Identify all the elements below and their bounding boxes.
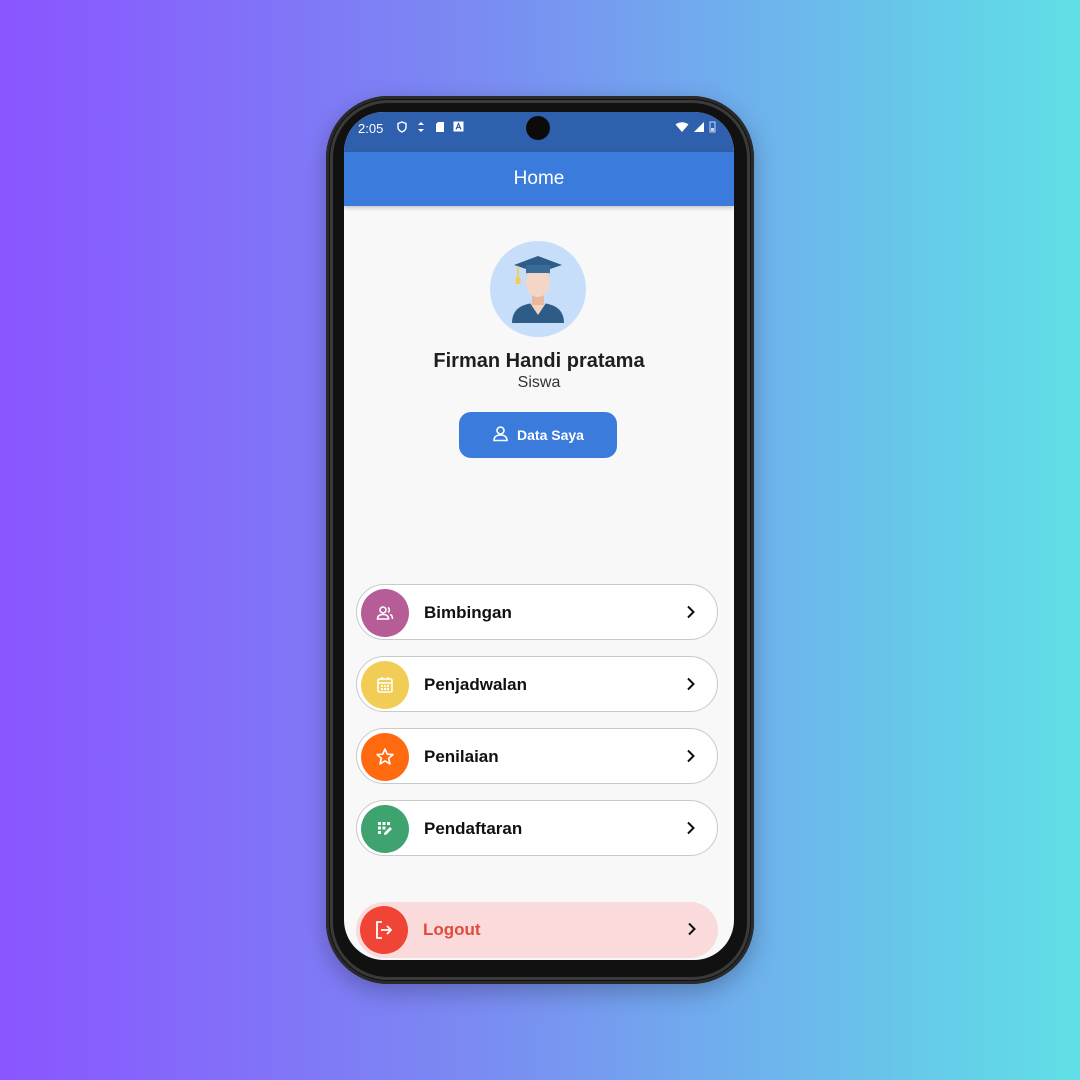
shield-icon bbox=[396, 121, 407, 133]
sd-card-icon bbox=[434, 121, 445, 133]
chevron-right-icon bbox=[688, 922, 696, 936]
chevron-right-icon bbox=[687, 749, 695, 763]
wifi-icon bbox=[675, 120, 689, 138]
logout-button[interactable]: Logout bbox=[356, 902, 718, 958]
app-bar: Home bbox=[344, 152, 734, 206]
battery-icon bbox=[709, 120, 716, 138]
front-camera bbox=[526, 116, 550, 140]
menu-item-pendaftaran[interactable]: Pendaftaran bbox=[356, 800, 718, 856]
menu-label-bimbingan: Bimbingan bbox=[424, 603, 512, 622]
menu-item-penjadwalan[interactable]: Penjadwalan bbox=[356, 656, 718, 712]
status-time: 2:05 bbox=[358, 121, 384, 136]
chevron-right-icon bbox=[687, 677, 695, 691]
person-icon bbox=[492, 425, 509, 445]
calendar-icon bbox=[361, 661, 409, 709]
signal-icon bbox=[693, 120, 705, 138]
edit-grid-icon bbox=[361, 805, 409, 853]
user-name: Firman Handi pratama bbox=[433, 350, 645, 372]
page-title: Home bbox=[513, 168, 565, 189]
user-role: Siswa bbox=[517, 374, 561, 391]
star-icon bbox=[361, 733, 409, 781]
menu-label-penjadwalan: Penjadwalan bbox=[424, 675, 527, 694]
menu-item-penilaian[interactable]: Penilaian bbox=[356, 728, 718, 784]
transfer-icon bbox=[415, 121, 426, 133]
status-notification-icons bbox=[396, 121, 464, 133]
menu-label-pendaftaran: Pendaftaran bbox=[424, 819, 523, 838]
chevron-right-icon bbox=[687, 605, 695, 619]
phone-screen: 2:05 Home Firman Handi pratama Siswa Dat… bbox=[344, 112, 734, 960]
people-icon bbox=[361, 589, 409, 637]
phone-frame: 2:05 Home Firman Handi pratama Siswa Dat… bbox=[326, 96, 754, 984]
chevron-right-icon bbox=[687, 821, 695, 835]
graduate-avatar-icon bbox=[512, 256, 564, 323]
menu-label-penilaian: Penilaian bbox=[424, 747, 499, 766]
data-saya-button[interactable]: Data Saya bbox=[459, 412, 617, 458]
logout-label: Logout bbox=[423, 920, 481, 939]
status-bar: 2:05 bbox=[344, 112, 734, 152]
font-a-icon bbox=[453, 121, 464, 133]
logout-icon bbox=[360, 906, 408, 954]
data-saya-label: Data Saya bbox=[517, 427, 584, 443]
status-system-icons bbox=[675, 120, 716, 138]
menu-item-bimbingan[interactable]: Bimbingan bbox=[356, 584, 718, 640]
avatar bbox=[490, 241, 586, 337]
